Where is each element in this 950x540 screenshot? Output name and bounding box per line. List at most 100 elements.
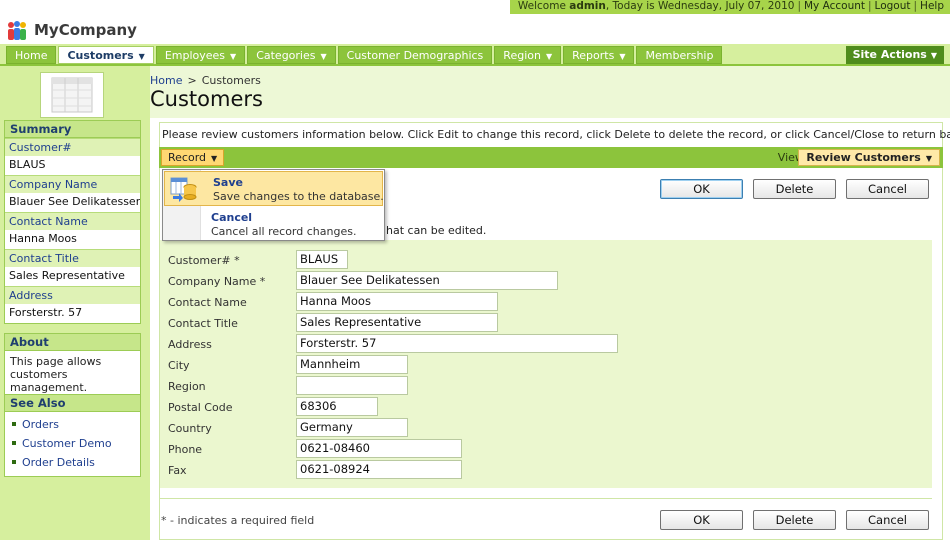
chevron-down-icon: ▼ <box>138 52 145 61</box>
summary-label-company: Company Name <box>5 175 140 193</box>
bullet-icon <box>12 460 16 464</box>
help-link[interactable]: Help <box>920 0 944 12</box>
see-also-title: See Also <box>5 395 140 412</box>
cancel-button-bottom[interactable]: Cancel <box>846 510 929 530</box>
breadcrumb: Home > Customers <box>150 74 261 87</box>
menu-item-cancel[interactable]: Cancel Cancel all record changes. <box>163 207 384 242</box>
link-label: Orders <box>22 418 59 431</box>
summary-value-contact: Hanna Moos <box>5 230 140 249</box>
customer-id-field[interactable]: BLAUS <box>296 250 348 269</box>
record-label: Record <box>168 151 207 164</box>
action-toolbar: Record ▼ View: Review Customers ▼ <box>159 147 943 168</box>
record-menu-button[interactable]: Record ▼ <box>161 149 225 166</box>
see-also-order-details-link[interactable]: Order Details <box>12 453 140 472</box>
main-nav: Home Customers ▼ Employees ▼ Categories ▼ C… <box>6 46 724 64</box>
summary-value-address: Forsterstr. 57 <box>5 304 140 323</box>
region-field[interactable] <box>296 376 408 395</box>
nav-label: Customer Demographics <box>346 49 484 62</box>
summary-value-company: Blauer See Delikatessen <box>5 193 140 212</box>
contact-name-label: Contact Name <box>168 296 247 309</box>
chevron-down-icon: ▼ <box>930 51 937 60</box>
form-row-contact-title: Contact Title Sales Representative <box>168 313 928 334</box>
ok-button-bottom[interactable]: OK <box>660 510 743 530</box>
form-row-address: Address Forsterstr. 57 <box>168 334 928 355</box>
date-text: , Today is Wednesday, July 07, 2010 <box>605 0 795 12</box>
bullet-icon <box>12 441 16 445</box>
summary-label-title: Contact Title <box>5 249 140 267</box>
see-also-list: Orders Customer Demo Order Details <box>5 412 140 476</box>
form-row-region: Region <box>168 376 928 397</box>
form-divider <box>160 498 932 499</box>
sidebar: Summary Customer# BLAUS Company Name Bla… <box>0 66 150 540</box>
form-row-country: Country Germany <box>168 418 928 439</box>
separator: | <box>913 0 918 12</box>
form-row-company: Company Name * Blauer See Delikatessen <box>168 271 928 292</box>
summary-label-address: Address <box>5 286 140 304</box>
contact-title-field[interactable]: Sales Representative <box>296 313 498 332</box>
address-field[interactable]: Forsterstr. 57 <box>296 334 618 353</box>
region-label: Region <box>168 380 206 393</box>
nav-region[interactable]: Region ▼ <box>494 46 562 64</box>
see-also-customer-demo-link[interactable]: Customer Demo <box>12 434 140 453</box>
breadcrumb-current: Customers <box>201 74 261 87</box>
nav-label: Categories <box>256 49 316 62</box>
nav-reports[interactable]: Reports ▼ <box>563 46 635 64</box>
delete-button-bottom[interactable]: Delete <box>753 510 836 530</box>
logout-link[interactable]: Logout <box>875 0 911 12</box>
see-also-orders-link[interactable]: Orders <box>12 415 140 434</box>
company-logo-icon <box>8 21 26 40</box>
menu-item-save[interactable]: Save Save changes to the database. <box>164 171 384 206</box>
customer-form: Customer# * BLAUS Company Name * Blauer … <box>160 240 932 488</box>
chevron-down-icon: ▼ <box>320 52 327 61</box>
main-content: Home > Customers Customers Please review c… <box>150 66 950 540</box>
ok-button-top[interactable]: OK <box>660 179 743 199</box>
chevron-down-icon: ▼ <box>545 52 553 61</box>
required-field-note: * - indicates a required field <box>161 514 315 527</box>
record-dropdown-menu: Save Save changes to the database. Cance… <box>162 169 385 241</box>
phone-field[interactable]: 0621-08460 <box>296 439 462 458</box>
bullet-icon <box>12 422 16 426</box>
delete-button-top[interactable]: Delete <box>753 179 836 199</box>
top-bar: MyCompany Welcome admin, Today is Wednes… <box>0 0 950 44</box>
city-label: City <box>168 359 190 372</box>
cancel-button-top[interactable]: Cancel <box>846 179 929 199</box>
form-row-postal-code: Postal Code 68306 <box>168 397 928 418</box>
nav-membership[interactable]: Membership <box>636 46 723 64</box>
postal-code-field[interactable]: 68306 <box>296 397 378 416</box>
my-account-link[interactable]: My Account <box>804 0 865 12</box>
fax-field[interactable]: 0621-08924 <box>296 460 462 479</box>
nav-label: Home <box>15 49 48 62</box>
instruction-text: Please review customers information belo… <box>162 128 950 141</box>
nav-label: Customers <box>67 49 134 62</box>
summary-value-title: Sales Representative <box>5 267 140 286</box>
summary-box: Summary Customer# BLAUS Company Name Bla… <box>4 120 141 324</box>
nav-categories[interactable]: Categories ▼ <box>247 46 336 64</box>
menu-save-description: Save changes to the database. <box>213 190 384 203</box>
page-grid-icon <box>40 72 104 118</box>
nav-customers[interactable]: Customers ▼ <box>58 46 154 64</box>
app-name: MyCompany <box>34 21 137 39</box>
breadcrumb-home[interactable]: Home <box>150 74 182 87</box>
postal-code-label: Postal Code <box>168 401 233 414</box>
city-field[interactable]: Mannheim <box>296 355 408 374</box>
welcome-prefix: Welcome <box>517 0 566 12</box>
breadcrumb-separator: > <box>187 74 197 87</box>
company-name-field[interactable]: Blauer See Delikatessen <box>296 271 558 290</box>
link-label: Order Details <box>22 456 95 469</box>
customer-label: Customer# * <box>168 254 240 267</box>
form-row-contact-name: Contact Name Hanna Moos <box>168 292 928 313</box>
username: admin <box>569 0 606 12</box>
site-actions-button[interactable]: Site Actions ▼ <box>845 46 944 64</box>
nav-label: Employees <box>164 49 226 62</box>
about-text: This page allows customers management. <box>10 355 102 394</box>
welcome-bar: Welcome admin, Today is Wednesday, July … <box>509 0 950 14</box>
nav-employees[interactable]: Employees ▼ <box>155 46 246 64</box>
view-selector[interactable]: Review Customers ▼ <box>798 149 940 166</box>
nav-home[interactable]: Home <box>6 46 57 64</box>
nav-label: Reports <box>572 49 615 62</box>
about-title: About <box>5 334 140 351</box>
nav-customer-demographics[interactable]: Customer Demographics <box>337 46 493 64</box>
contact-name-field[interactable]: Hanna Moos <box>296 292 498 311</box>
country-field[interactable]: Germany <box>296 418 408 437</box>
summary-label-customer: Customer# <box>5 138 140 156</box>
